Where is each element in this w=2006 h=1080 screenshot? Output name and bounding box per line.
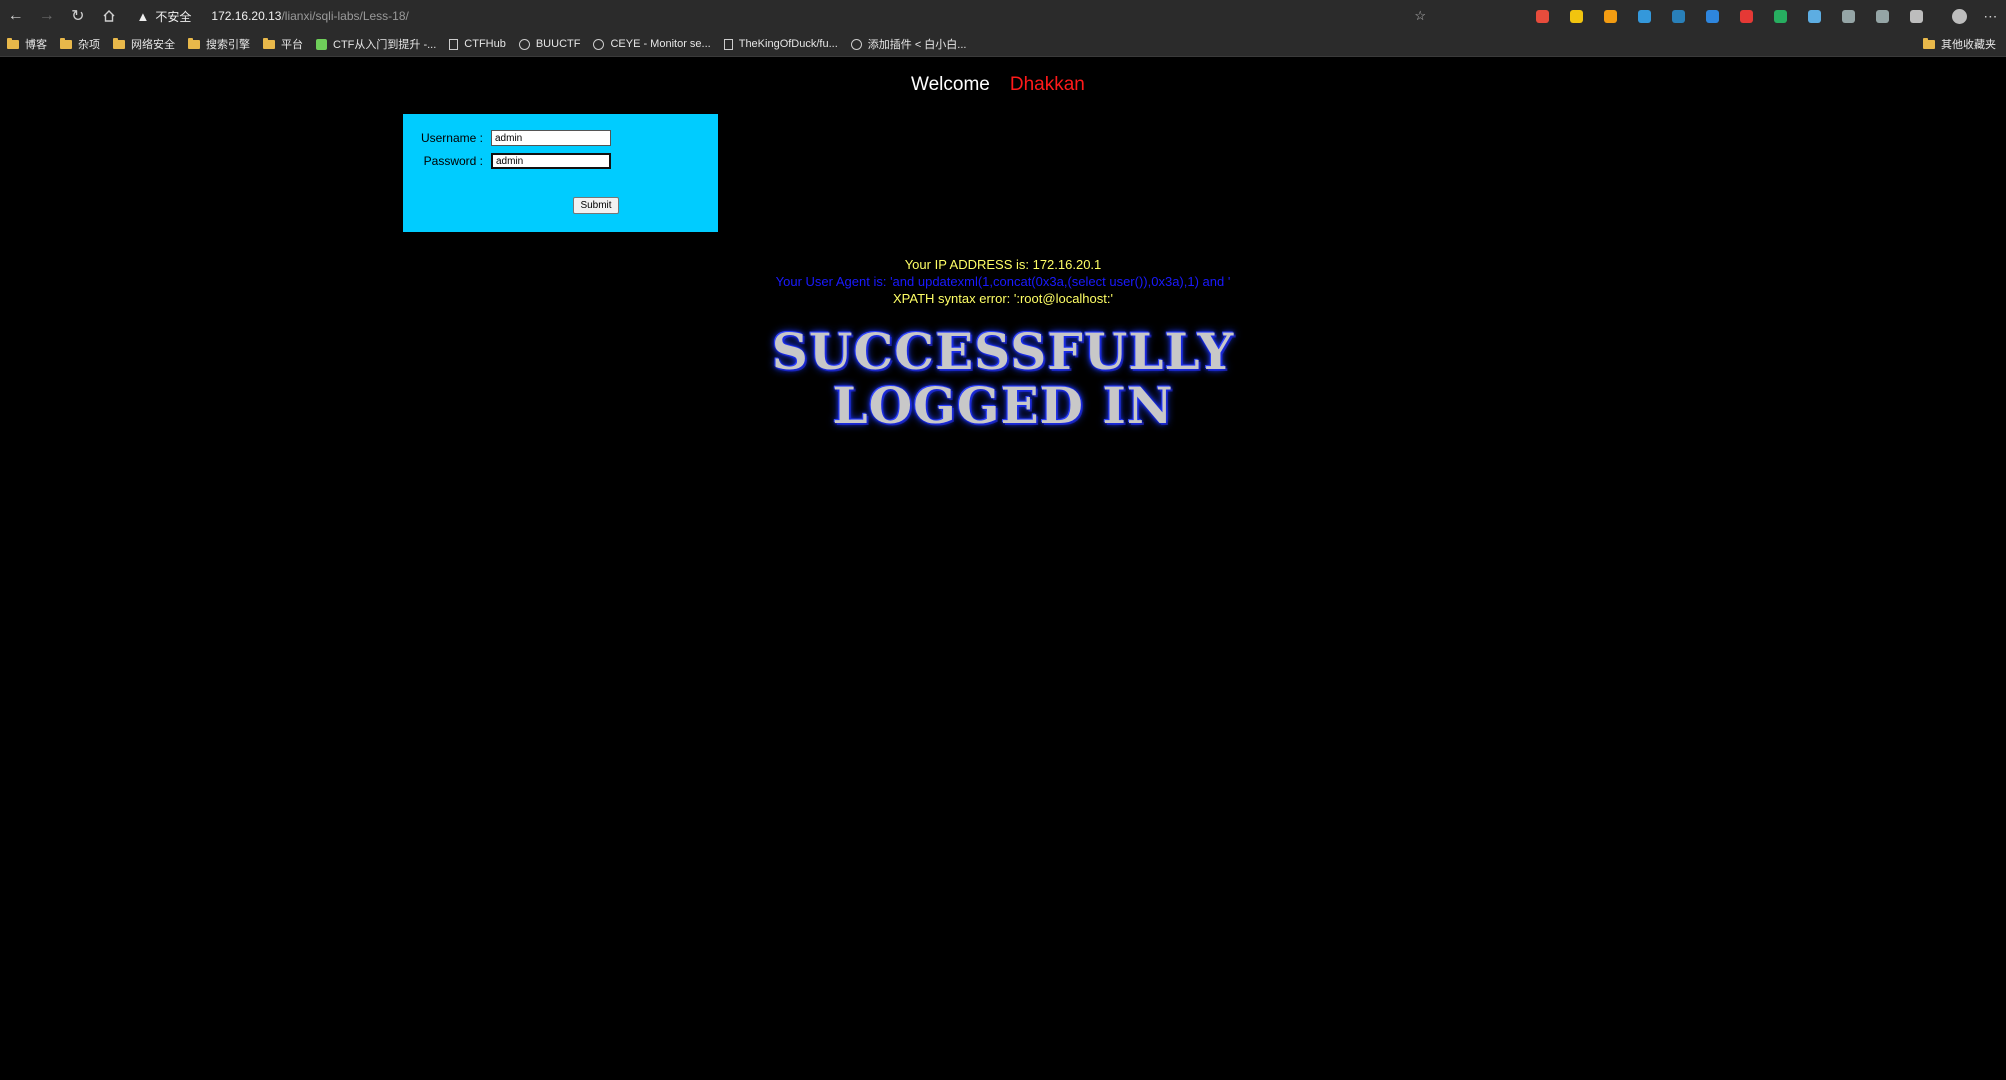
security-label: 不安全: [155, 9, 192, 24]
favorite-button[interactable]: ☆: [1405, 1, 1436, 31]
folder-icon: [1923, 37, 1935, 49]
back-button[interactable]: ←: [0, 1, 31, 31]
extension-icon: [1672, 9, 1686, 23]
arrow-left-icon: ←: [7, 7, 24, 24]
extension-icon: [1638, 9, 1652, 23]
bookmark-item[interactable]: 网络安全: [113, 36, 175, 52]
extension-icon: [1842, 9, 1856, 23]
folder-icon: [263, 37, 275, 49]
user-agent-text: Your User Agent is: 'and updatexml(1,con…: [775, 274, 1231, 289]
other-bookmarks[interactable]: 其他收藏夹: [1923, 36, 1996, 52]
bookmark-item[interactable]: CTF从入门到提升 -...: [316, 36, 436, 52]
bookmark-item[interactable]: BUUCTF: [518, 38, 581, 50]
bookmark-item[interactable]: 添加插件 < 白小白...: [850, 36, 967, 52]
login-form: Username : Password : Submit: [403, 114, 718, 232]
browser-toolbar: ← → ↻ ▲ 不安全 172.16.20.13 /lianxi/sqli-la…: [0, 0, 2006, 32]
folder-icon: [60, 37, 72, 49]
extension-icon: [1808, 9, 1822, 23]
extension-button[interactable]: [1866, 1, 1900, 31]
bookmark-item[interactable]: CEYE - Monitor se...: [593, 38, 711, 50]
bookmarks-bar: 博客 杂项 网络安全 搜索引擎 平台 CTF从入门到提升 -... CTFHub BUUCTF…: [0, 32, 2006, 57]
other-bookmarks-label: 其他收藏夹: [1941, 39, 1996, 51]
extension-icon: [1604, 9, 1618, 23]
reload-button[interactable]: ↻: [62, 1, 93, 31]
extension-button[interactable]: [1832, 1, 1866, 31]
bookmark-label: 杂项: [78, 39, 100, 51]
address-bar[interactable]: ▲ 不安全 172.16.20.13 /lianxi/sqli-labs/Les…: [137, 3, 1405, 29]
welcome-heading: Welcome Dhakkan: [911, 74, 1085, 96]
forward-button[interactable]: →: [31, 1, 62, 31]
bookmark-item[interactable]: 搜索引擎: [188, 36, 250, 52]
circle-icon: [593, 38, 605, 50]
bookmark-label: TheKingOfDuck/fu...: [738, 38, 838, 50]
circle-icon: [850, 38, 862, 50]
page-icon: [723, 38, 733, 50]
bookmark-item[interactable]: 博客: [7, 36, 47, 52]
submit-button[interactable]: Submit: [573, 197, 619, 214]
more-icon: ⋯: [1983, 7, 1998, 24]
password-input[interactable]: [491, 153, 611, 169]
bookmark-item[interactable]: 平台: [263, 36, 303, 52]
bookmark-label: 添加插件 < 白小白...: [867, 39, 967, 51]
password-label: Password :: [423, 154, 483, 168]
username-label: Username :: [420, 131, 483, 145]
extension-button[interactable]: [1526, 1, 1560, 31]
reload-icon: ↻: [71, 8, 85, 25]
circle-icon: [518, 38, 530, 50]
bookmark-label: CTF从入门到提升 -...: [333, 39, 437, 51]
extension-icon: [1910, 9, 1924, 23]
extension-icon: [1876, 9, 1890, 23]
bookmark-label: 搜索引擎: [206, 39, 250, 51]
bookmark-label: 博客: [25, 39, 47, 51]
url-path: /lianxi/sqli-labs/Less-18/: [281, 9, 409, 23]
ip-address-text: Your IP ADDRESS is: 172.16.20.1: [904, 257, 1102, 272]
extension-icon: [1774, 9, 1788, 23]
welcome-name: Dhakkan: [1009, 74, 1085, 95]
page-content: Welcome Dhakkan Username : Password : Sub…: [0, 58, 2006, 1080]
bookmark-label: CTFHub: [464, 38, 506, 50]
folder-icon: [7, 37, 19, 49]
password-row: Password :: [403, 153, 611, 169]
username-input[interactable]: [491, 130, 611, 146]
xpath-error-text: XPATH syntax error: ':root@localhost:': [893, 291, 1113, 306]
extension-button[interactable]: [1594, 1, 1628, 31]
success-banner-line2: LOGGED IN: [832, 376, 1174, 435]
extension-icon: [1570, 9, 1584, 23]
welcome-text: Welcome: [911, 74, 990, 95]
extension-button[interactable]: [1764, 1, 1798, 31]
extension-button[interactable]: [1696, 1, 1730, 31]
extension-icon: [1740, 9, 1754, 23]
profile-button[interactable]: [1944, 1, 1975, 31]
extension-icon: [1706, 9, 1720, 23]
home-icon: [103, 10, 115, 22]
extension-icon: [1536, 9, 1550, 23]
page-icon: [449, 38, 459, 50]
bookmark-item[interactable]: TheKingOfDuck/fu...: [723, 38, 838, 50]
extension-button[interactable]: [1730, 1, 1764, 31]
arrow-right-icon: →: [38, 7, 55, 24]
star-icon: ☆: [1414, 8, 1426, 23]
extensions-bar: [1526, 1, 1934, 31]
bookmark-label: CEYE - Monitor se...: [610, 38, 711, 50]
bookmark-item[interactable]: CTFHub: [449, 38, 506, 50]
home-button[interactable]: [93, 1, 124, 31]
username-row: Username :: [403, 130, 611, 146]
extension-button[interactable]: [1662, 1, 1696, 31]
url-host: 172.16.20.13: [211, 9, 282, 23]
bookmark-label: 平台: [281, 39, 303, 51]
extension-button[interactable]: [1900, 1, 1934, 31]
shield-icon: [316, 38, 327, 50]
bookmark-item[interactable]: 杂项: [60, 36, 100, 52]
folder-icon: [113, 37, 125, 49]
bookmark-label: 网络安全: [131, 39, 175, 51]
extension-button[interactable]: [1628, 1, 1662, 31]
folder-icon: [188, 37, 200, 49]
avatar: [1951, 8, 1967, 24]
success-banner-line1: SUCCESSFULLY: [771, 322, 1235, 381]
menu-button[interactable]: ⋯: [1975, 1, 2006, 31]
bookmark-label: BUUCTF: [535, 38, 581, 50]
warning-icon: ▲: [136, 8, 150, 24]
extension-button[interactable]: [1560, 1, 1594, 31]
extension-button[interactable]: [1798, 1, 1832, 31]
